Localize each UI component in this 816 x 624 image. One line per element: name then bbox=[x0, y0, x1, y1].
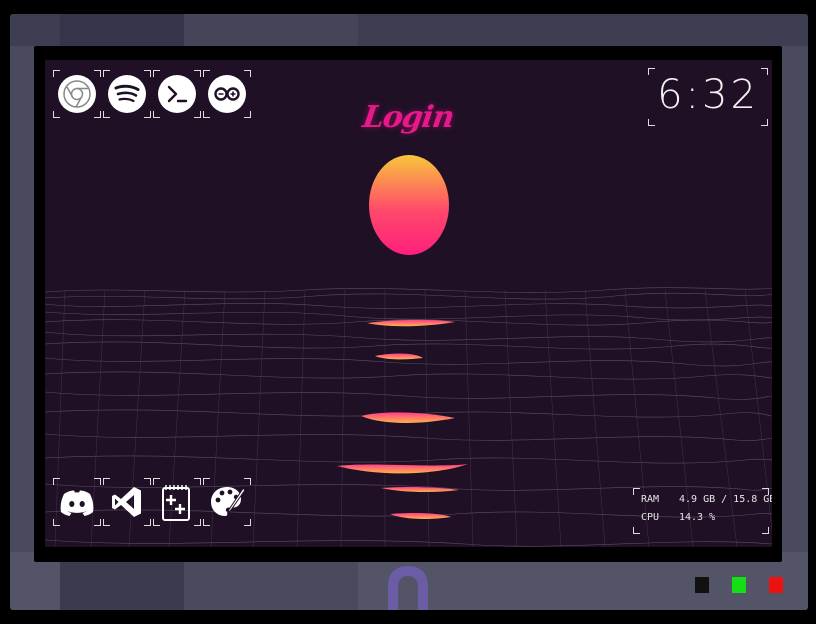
ram-stat: RAM 4.9 GB / 15.8 GB bbox=[641, 494, 772, 505]
cpu-label: CPU bbox=[641, 512, 660, 523]
arduino-icon bbox=[208, 75, 246, 113]
sun-reflection bbox=[337, 319, 468, 519]
black-button[interactable] bbox=[695, 577, 709, 593]
ram-label: RAM bbox=[641, 494, 660, 505]
terminal-icon bbox=[158, 75, 196, 113]
chrome-icon bbox=[58, 75, 96, 113]
login-title[interactable]: Login bbox=[361, 100, 456, 135]
clock-widget: 6:32 bbox=[648, 68, 768, 126]
clock-time: 6:32 bbox=[657, 72, 759, 118]
notepad-plus-plus-launcher[interactable] bbox=[153, 478, 201, 526]
notepad-plus-plus-icon bbox=[162, 485, 190, 521]
red-button[interactable] bbox=[769, 577, 783, 593]
cpu-stat: CPU 14.3 % bbox=[641, 512, 715, 523]
discord-launcher[interactable] bbox=[53, 478, 101, 526]
green-button[interactable] bbox=[732, 577, 746, 593]
visual-studio-launcher[interactable] bbox=[103, 478, 151, 526]
visual-studio-icon bbox=[112, 487, 141, 517]
spotify-launcher[interactable] bbox=[103, 70, 151, 118]
magnet-icon bbox=[388, 566, 428, 610]
terminal-launcher[interactable] bbox=[153, 70, 201, 118]
ram-value: 4.9 GB / 15.8 GB bbox=[679, 494, 772, 505]
spotify-icon bbox=[108, 75, 146, 113]
paint-launcher[interactable] bbox=[203, 478, 251, 526]
paint-palette-icon bbox=[211, 487, 246, 516]
cpu-value: 14.3 % bbox=[679, 512, 716, 523]
discord-icon bbox=[60, 490, 94, 516]
chrome-launcher[interactable] bbox=[53, 70, 101, 118]
system-stats-widget: RAM 4.9 GB / 15.8 GB CPU 14.3 % bbox=[633, 488, 772, 534]
sun bbox=[369, 155, 449, 255]
monitor-top-band bbox=[10, 14, 808, 46]
desktop-screen: 6:32 Login RAM 4.9 GB / 15.8 GB CPU 14.3… bbox=[45, 60, 772, 547]
arduino-launcher[interactable] bbox=[203, 70, 251, 118]
